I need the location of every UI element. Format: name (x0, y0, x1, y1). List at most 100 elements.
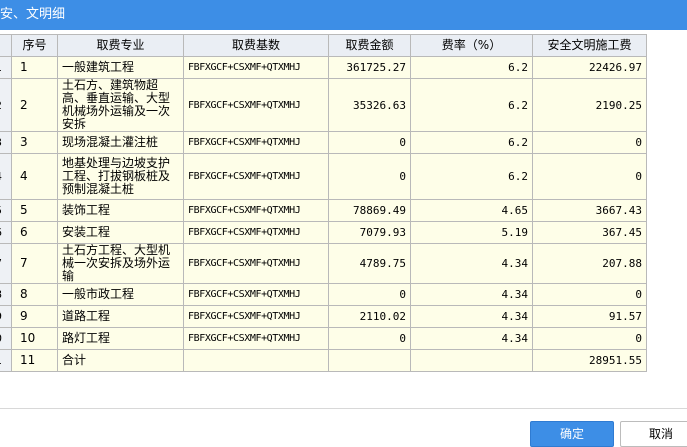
fee-cell[interactable]: 22426.97 (532, 56, 647, 79)
rate-cell[interactable]: 4.34 (410, 327, 533, 350)
seq-cell[interactable]: 3 (11, 131, 58, 154)
fee-cell[interactable]: 207.88 (532, 243, 647, 284)
cancel-button[interactable]: 取消 (620, 421, 687, 447)
amount-cell[interactable]: 35326.63 (328, 78, 411, 132)
table-body: 11一般建筑工程FBFXGCF+CSXMF+QTXMHJ361725.276.2… (0, 56, 647, 372)
basis-cell[interactable] (183, 349, 329, 372)
category-cell[interactable]: 安装工程 (57, 221, 184, 244)
table-header-row: 序号 取费专业 取费基数 取费金额 费率（%） 安全文明施工费 (0, 34, 647, 57)
amount-cell[interactable]: 0 (328, 131, 411, 154)
category-cell[interactable]: 路灯工程 (57, 327, 184, 350)
category-cell[interactable]: 现场混凝土灌注桩 (57, 131, 184, 154)
row-number: 2 (0, 78, 12, 132)
row-number: 7 (0, 243, 12, 284)
amount-cell[interactable]: 2110.02 (328, 305, 411, 328)
amount-cell[interactable]: 0 (328, 153, 411, 200)
basis-cell[interactable]: FBFXGCF+CSXMF+QTXMHJ (183, 283, 329, 306)
rate-cell[interactable]: 6.2 (410, 153, 533, 200)
rate-cell[interactable]: 4.34 (410, 283, 533, 306)
row-number: 3 (0, 131, 12, 154)
ok-button[interactable]: 确定 (530, 421, 614, 447)
fee-cell[interactable]: 3667.43 (532, 199, 647, 222)
seq-cell[interactable]: 7 (11, 243, 58, 284)
category-cell[interactable]: 道路工程 (57, 305, 184, 328)
column-header-seq[interactable]: 序号 (11, 34, 58, 57)
amount-cell[interactable]: 7079.93 (328, 221, 411, 244)
table-row[interactable]: 010路灯工程FBFXGCF+CSXMF+QTXMHJ04.340 (0, 327, 647, 350)
rate-cell[interactable]: 6.2 (410, 131, 533, 154)
dialog-titlebar[interactable]: 安、文明细 (0, 0, 687, 30)
fee-grid-area: 序号 取费专业 取费基数 取费金额 费率（%） 安全文明施工费 11一般建筑工程… (0, 30, 687, 408)
table-row[interactable]: 22土石方、建筑物超高、垂直运输、大型机械场外运输及一次安拆FBFXGCF+CS… (0, 78, 647, 132)
fee-cell[interactable]: 28951.55 (532, 349, 647, 372)
basis-cell[interactable]: FBFXGCF+CSXMF+QTXMHJ (183, 199, 329, 222)
column-header-amount[interactable]: 取费金额 (328, 34, 411, 57)
rate-cell[interactable]: 4.65 (410, 199, 533, 222)
rate-cell[interactable]: 6.2 (410, 78, 533, 132)
amount-cell[interactable]: 4789.75 (328, 243, 411, 284)
amount-cell[interactable] (328, 349, 411, 372)
fee-cell[interactable]: 367.45 (532, 221, 647, 244)
table-row[interactable]: 11一般建筑工程FBFXGCF+CSXMF+QTXMHJ361725.276.2… (0, 56, 647, 79)
row-number: 5 (0, 199, 12, 222)
seq-cell[interactable]: 10 (11, 327, 58, 350)
rate-cell[interactable]: 4.34 (410, 305, 533, 328)
category-cell[interactable]: 土石方工程、大型机械一次安拆及场外运输 (57, 243, 184, 284)
fee-cell[interactable]: 0 (532, 131, 647, 154)
category-cell[interactable]: 一般市政工程 (57, 283, 184, 306)
seq-cell[interactable]: 11 (11, 349, 58, 372)
amount-cell[interactable]: 78869.49 (328, 199, 411, 222)
basis-cell[interactable]: FBFXGCF+CSXMF+QTXMHJ (183, 221, 329, 244)
basis-cell[interactable]: FBFXGCF+CSXMF+QTXMHJ (183, 327, 329, 350)
row-number: 8 (0, 283, 12, 306)
column-header-category[interactable]: 取费专业 (57, 34, 184, 57)
rate-cell[interactable]: 5.19 (410, 221, 533, 244)
table-row[interactable]: 66安装工程FBFXGCF+CSXMF+QTXMHJ7079.935.19367… (0, 221, 647, 244)
seq-cell[interactable]: 4 (11, 153, 58, 200)
row-number: 1 (0, 56, 12, 79)
dialog-title: 安、文明细 (0, 7, 66, 22)
rate-cell[interactable]: 4.34 (410, 243, 533, 284)
category-cell[interactable]: 土石方、建筑物超高、垂直运输、大型机械场外运输及一次安拆 (57, 78, 184, 132)
table-row[interactable]: 88一般市政工程FBFXGCF+CSXMF+QTXMHJ04.340 (0, 283, 647, 306)
basis-cell[interactable]: FBFXGCF+CSXMF+QTXMHJ (183, 78, 329, 132)
table-row[interactable]: 77土石方工程、大型机械一次安拆及场外运输FBFXGCF+CSXMF+QTXMH… (0, 243, 647, 284)
basis-cell[interactable]: FBFXGCF+CSXMF+QTXMHJ (183, 56, 329, 79)
category-cell[interactable]: 一般建筑工程 (57, 56, 184, 79)
column-header-basis[interactable]: 取费基数 (183, 34, 329, 57)
column-header-rate[interactable]: 费率（%） (410, 34, 533, 57)
row-number: 9 (0, 305, 12, 328)
category-cell[interactable]: 合计 (57, 349, 184, 372)
column-header-fee[interactable]: 安全文明施工费 (532, 34, 647, 57)
fee-cell[interactable]: 0 (532, 283, 647, 306)
seq-cell[interactable]: 2 (11, 78, 58, 132)
amount-cell[interactable]: 0 (328, 283, 411, 306)
rate-cell[interactable] (410, 349, 533, 372)
table-row[interactable]: 111合计28951.55 (0, 349, 647, 372)
seq-cell[interactable]: 9 (11, 305, 58, 328)
basis-cell[interactable]: FBFXGCF+CSXMF+QTXMHJ (183, 305, 329, 328)
amount-cell[interactable]: 361725.27 (328, 56, 411, 79)
table-row[interactable]: 55装饰工程FBFXGCF+CSXMF+QTXMHJ78869.494.6536… (0, 199, 647, 222)
seq-cell[interactable]: 5 (11, 199, 58, 222)
fee-cell[interactable]: 0 (532, 153, 647, 200)
seq-cell[interactable]: 8 (11, 283, 58, 306)
table-row[interactable]: 33现场混凝土灌注桩FBFXGCF+CSXMF+QTXMHJ06.20 (0, 131, 647, 154)
amount-cell[interactable]: 0 (328, 327, 411, 350)
fee-cell[interactable]: 91.57 (532, 305, 647, 328)
fee-cell[interactable]: 0 (532, 327, 647, 350)
category-cell[interactable]: 地基处理与边坡支护工程、打拔钢板桩及预制混凝土桩 (57, 153, 184, 200)
fee-cell[interactable]: 2190.25 (532, 78, 647, 132)
basis-cell[interactable]: FBFXGCF+CSXMF+QTXMHJ (183, 153, 329, 200)
category-cell[interactable]: 装饰工程 (57, 199, 184, 222)
seq-cell[interactable]: 6 (11, 221, 58, 244)
row-number: 0 (0, 327, 12, 350)
table-row[interactable]: 44地基处理与边坡支护工程、打拔钢板桩及预制混凝土桩FBFXGCF+CSXMF+… (0, 153, 647, 200)
row-number: 6 (0, 221, 12, 244)
basis-cell[interactable]: FBFXGCF+CSXMF+QTXMHJ (183, 131, 329, 154)
rate-cell[interactable]: 6.2 (410, 56, 533, 79)
seq-cell[interactable]: 1 (11, 56, 58, 79)
table-row[interactable]: 99道路工程FBFXGCF+CSXMF+QTXMHJ2110.024.3491.… (0, 305, 647, 328)
basis-cell[interactable]: FBFXGCF+CSXMF+QTXMHJ (183, 243, 329, 284)
fee-table: 序号 取费专业 取费基数 取费金额 费率（%） 安全文明施工费 11一般建筑工程… (0, 34, 647, 372)
